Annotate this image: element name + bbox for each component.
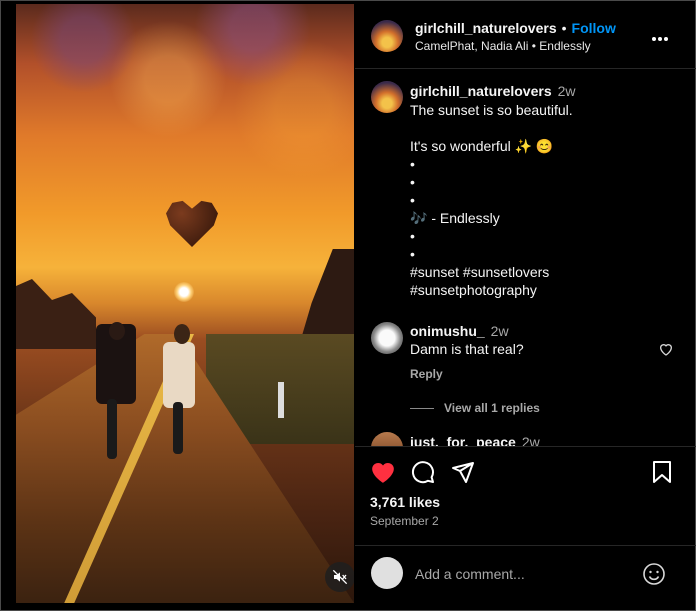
comment-box-divider <box>355 545 696 546</box>
reply-button[interactable]: Reply <box>410 367 443 381</box>
setting-sun <box>174 282 194 302</box>
more-options-button[interactable] <box>651 26 669 47</box>
comment-text: Damn is that real? <box>410 341 524 357</box>
caption-time: 2w <box>557 83 576 99</box>
emoji-button[interactable] <box>642 562 666 591</box>
sunset-clouds <box>16 4 354 304</box>
add-comment-input[interactable]: Add a comment... <box>415 566 525 582</box>
cyclist-right-head <box>174 324 190 344</box>
like-button[interactable] <box>370 460 396 489</box>
header-divider <box>355 68 696 69</box>
view-replies-button[interactable]: View all 1 replies <box>410 401 540 415</box>
separator-dot: • <box>561 20 567 36</box>
author-avatar[interactable] <box>371 20 403 52</box>
roadside-post <box>278 382 284 418</box>
view-replies-label: View all 1 replies <box>444 401 540 415</box>
ellipsis-icon <box>652 37 668 41</box>
audio-info[interactable]: CamelPhat, Nadia Ali • Endlessly <box>415 39 591 53</box>
comment-like-button[interactable] <box>658 341 674 362</box>
comment-avatar[interactable] <box>371 322 403 354</box>
cyclist-left-head <box>109 322 125 340</box>
cyclist-right-wheel <box>173 402 183 454</box>
caption-avatar[interactable] <box>371 81 403 113</box>
comment-avatar[interactable] <box>371 432 403 446</box>
current-user-avatar <box>371 557 403 589</box>
post-video[interactable] <box>16 4 354 603</box>
share-button[interactable] <box>451 460 475 489</box>
speaker-muted-icon <box>332 569 348 585</box>
mute-button[interactable] <box>325 562 354 592</box>
save-button[interactable] <box>651 460 673 489</box>
author-username[interactable]: girlchill_naturelovers <box>415 20 557 36</box>
heart-filled-icon <box>372 462 394 483</box>
bookmark-icon <box>653 461 671 483</box>
caption-header: girlchill_naturelovers 2w <box>410 83 576 99</box>
post-details-panel: girlchill_naturelovers • Follow CamelPhat,… <box>355 0 696 611</box>
actions-divider <box>355 446 696 447</box>
post-date: September 2 <box>370 514 439 528</box>
caption-username[interactable]: girlchill_naturelovers <box>410 83 552 99</box>
replies-line <box>410 407 434 409</box>
paper-plane-icon <box>452 462 474 483</box>
comment-time: 2w <box>490 323 509 339</box>
comment-header: just._for._peace 2w <box>410 434 540 446</box>
comment-header: onimushu_ 2w <box>410 323 509 339</box>
comment-bubble-icon <box>411 461 434 484</box>
follow-button[interactable]: Follow <box>572 20 616 36</box>
cyclist-right <box>163 342 195 408</box>
likes-count[interactable]: 3,761 likes <box>370 494 440 510</box>
cyclist-left-wheel <box>107 399 117 459</box>
comment-button[interactable] <box>411 460 435 489</box>
comments-scroll-area[interactable]: girlchill_naturelovers 2w The sunset is s… <box>355 70 696 446</box>
comment-username[interactable]: onimushu_ <box>410 323 485 339</box>
caption-text: The sunset is so beautiful. It's so wond… <box>410 102 573 298</box>
post-header: girlchill_naturelovers • Follow <box>415 20 616 36</box>
heart-outline-icon <box>659 344 673 356</box>
comment-username[interactable]: just._for._peace <box>410 434 516 446</box>
smiley-icon <box>643 563 665 585</box>
comment-time: 2w <box>521 434 540 446</box>
